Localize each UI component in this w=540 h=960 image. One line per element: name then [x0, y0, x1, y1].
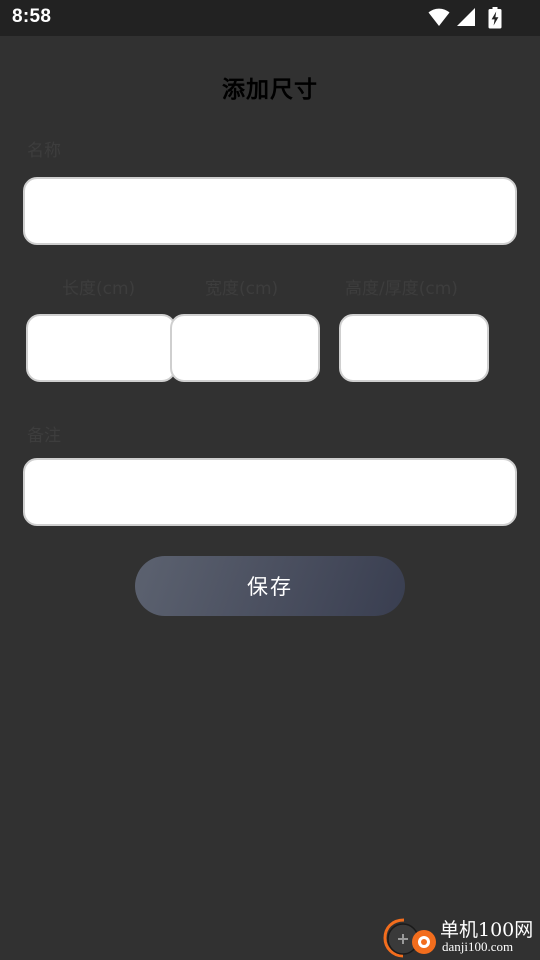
note-input[interactable]: [23, 458, 517, 526]
status-bar: 8:58: [0, 0, 540, 36]
save-button[interactable]: 保存: [135, 556, 405, 616]
wifi-icon: [428, 8, 450, 26]
danji100-logo-icon: [383, 918, 436, 958]
length-input[interactable]: [26, 314, 176, 382]
status-time: 8:58: [12, 6, 52, 27]
height-thickness-input[interactable]: [339, 314, 489, 382]
width-input[interactable]: [170, 314, 320, 382]
cell-signal-icon: [457, 8, 475, 26]
width-label: 宽度(cm): [205, 279, 279, 299]
length-label: 长度(cm): [62, 279, 136, 299]
watermark-name: 单机100网: [440, 919, 534, 941]
page-title: 添加尺寸: [222, 77, 318, 103]
note-label: 备注: [27, 426, 61, 446]
battery-charging-icon: [488, 7, 502, 29]
watermark-url: danji100.com: [442, 939, 514, 954]
name-input[interactable]: [23, 177, 517, 245]
watermark: 单机100网 danji100.com: [380, 914, 540, 960]
name-label: 名称: [27, 141, 61, 161]
height-thickness-label: 高度/厚度(cm): [345, 279, 458, 299]
